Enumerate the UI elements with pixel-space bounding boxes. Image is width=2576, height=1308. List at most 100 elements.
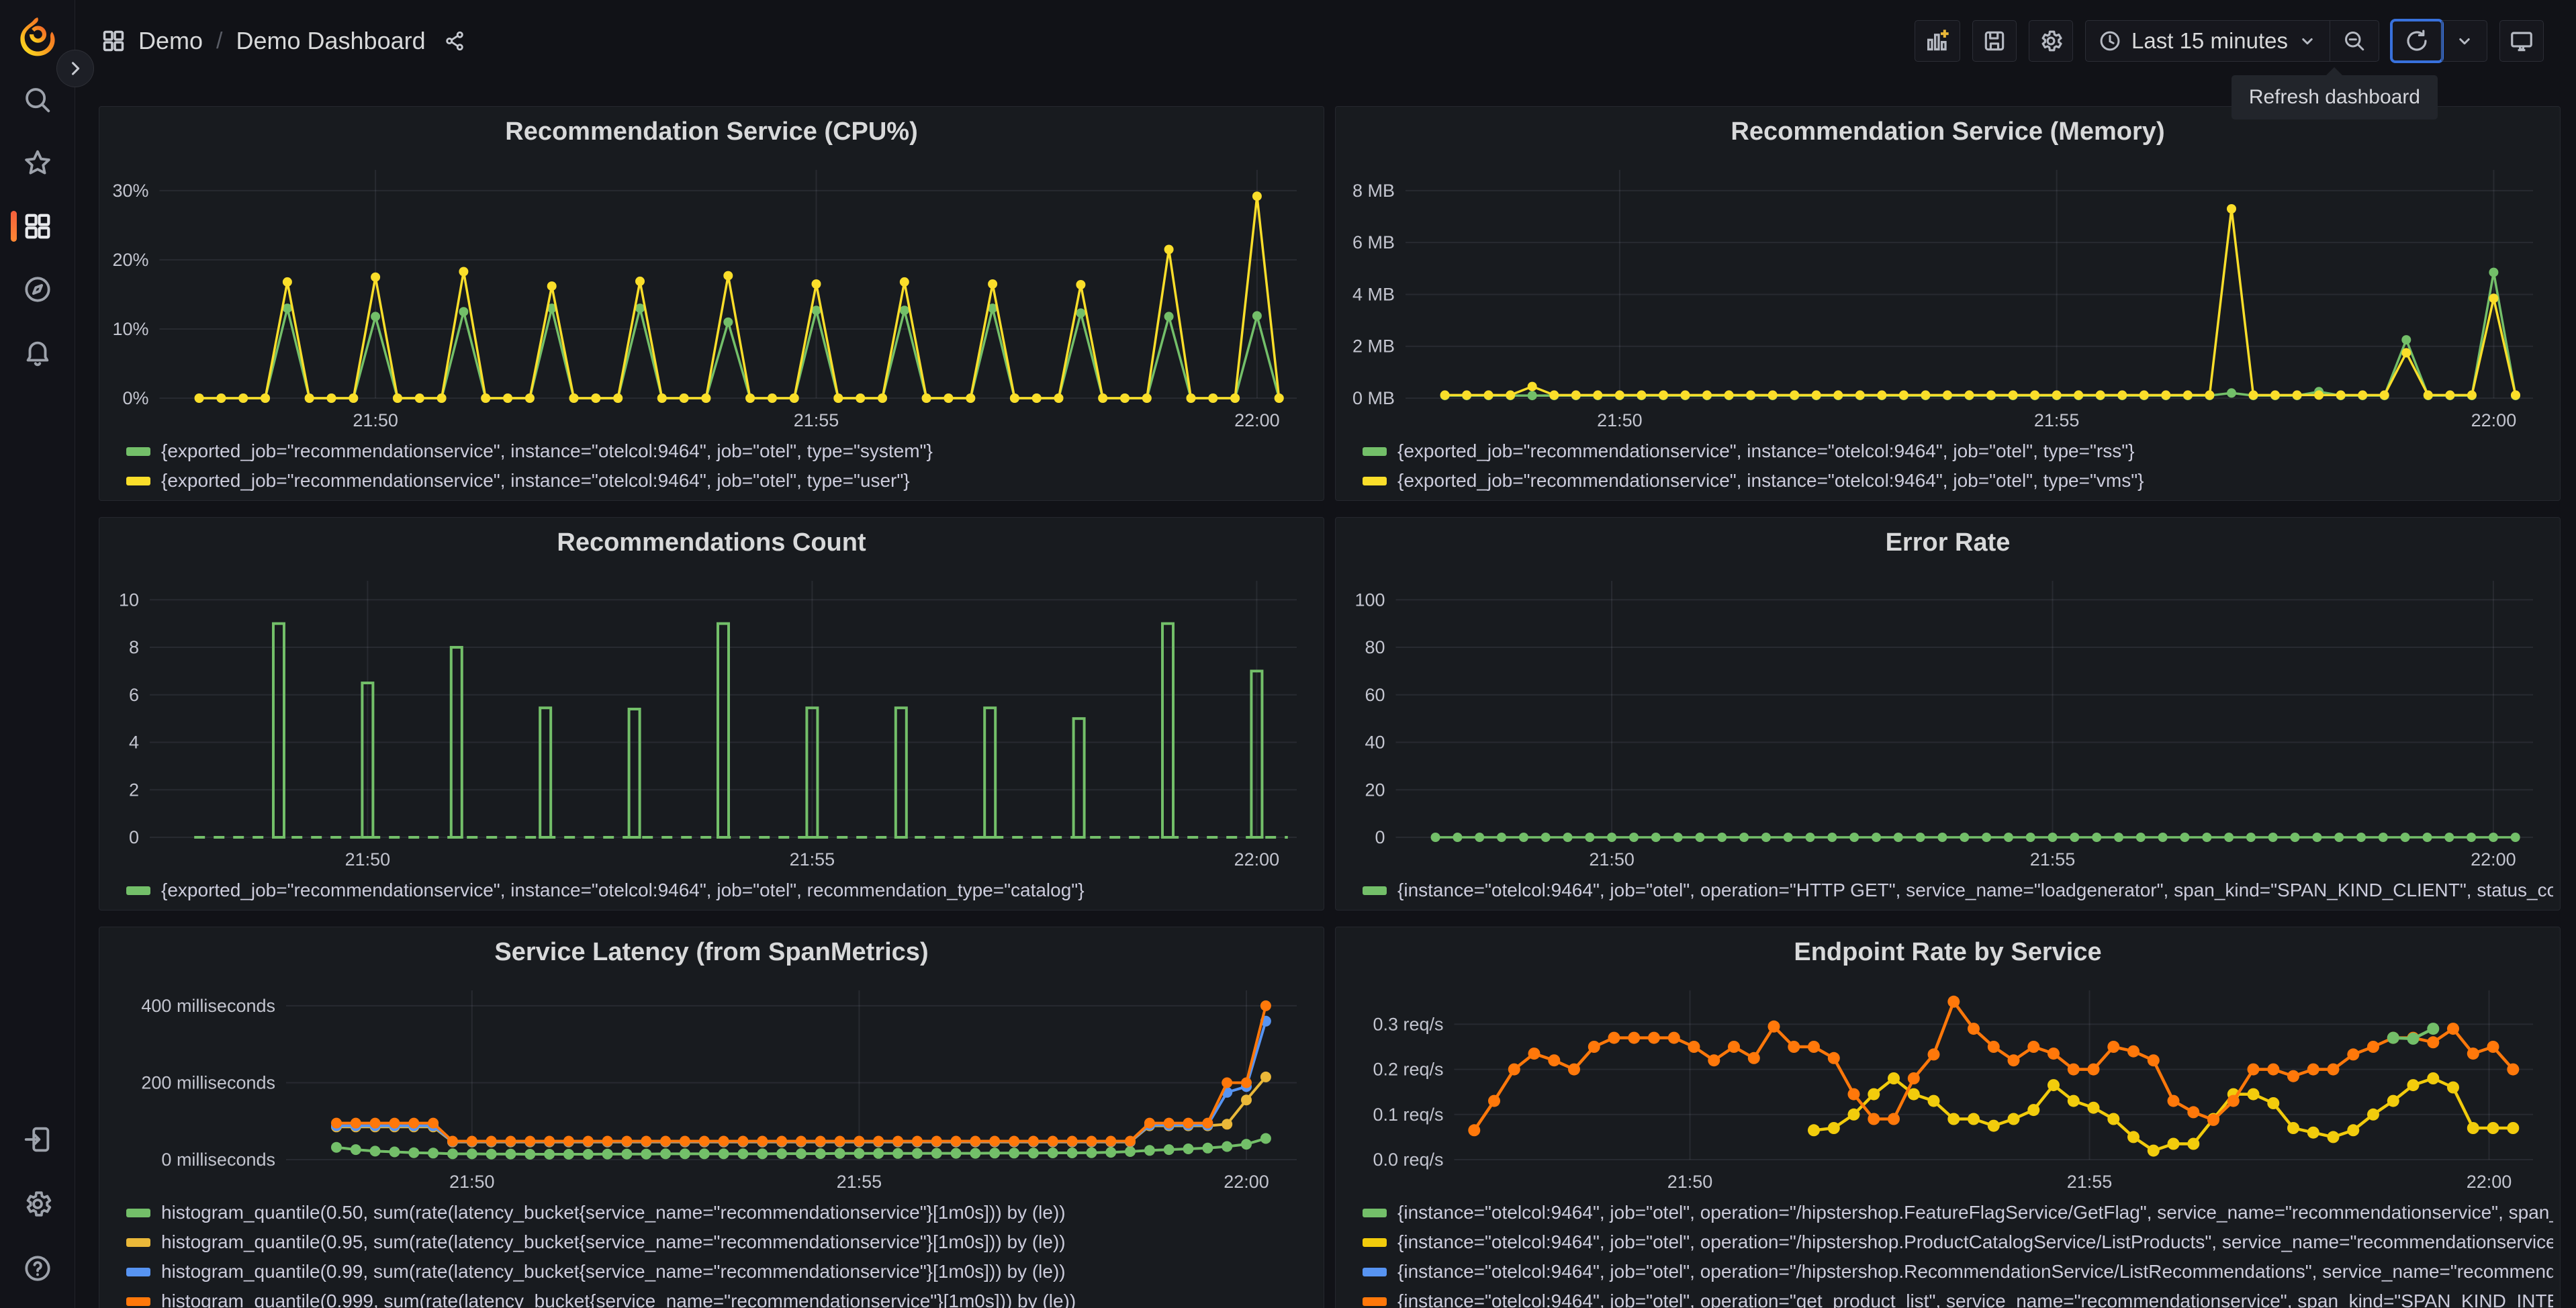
grafana-logo[interactable] bbox=[16, 15, 59, 59]
dashboard-canvas: Recommendation Service (CPU%) 21:50 21:55… bbox=[75, 82, 2576, 1308]
panel-title[interactable]: Recommendation Service (CPU%) bbox=[106, 107, 1317, 154]
legend-label: {exported_job="recommendationservice", i… bbox=[1397, 470, 2144, 491]
sidebar-expand-button[interactable] bbox=[56, 50, 94, 87]
legend-item[interactable]: {exported_job="recommendationservice", i… bbox=[126, 468, 1317, 494]
svg-text:4 MB: 4 MB bbox=[1352, 284, 1395, 304]
sidebar-item-search[interactable] bbox=[0, 85, 75, 115]
svg-text:0.2 req/s: 0.2 req/s bbox=[1373, 1060, 1443, 1080]
legend-label: {exported_job="recommendationservice", i… bbox=[161, 470, 910, 491]
breadcrumb-dashboard[interactable]: Demo Dashboard bbox=[236, 27, 425, 55]
legend-item[interactable]: {instance="otelcol:9464", job="otel", op… bbox=[1363, 1289, 2553, 1308]
sidebar-item-help[interactable] bbox=[0, 1253, 75, 1284]
dashboard-toolbar: Last 15 minutes bbox=[1915, 19, 2544, 63]
sidebar-item-settings[interactable] bbox=[0, 1188, 75, 1219]
svg-text:21:55: 21:55 bbox=[2030, 849, 2076, 870]
refresh-interval-dropdown[interactable] bbox=[2442, 21, 2487, 61]
legend-label: histogram_quantile(0.99, sum(rate(latenc… bbox=[161, 1261, 1066, 1282]
svg-text:21:55: 21:55 bbox=[2067, 1172, 2113, 1192]
share-icon[interactable] bbox=[443, 30, 466, 52]
legend-label: histogram_quantile(0.50, sum(rate(latenc… bbox=[161, 1202, 1066, 1223]
legend-swatch bbox=[126, 1208, 150, 1217]
apps-grid-icon[interactable] bbox=[101, 28, 126, 54]
legend-label: {instance="otelcol:9464", job="otel", op… bbox=[1397, 1261, 2553, 1282]
cpu-legend: {exported_job="recommendationservice", i… bbox=[106, 437, 1317, 500]
legend-swatch bbox=[1363, 886, 1387, 895]
legend-label: histogram_quantile(0.95, sum(rate(latenc… bbox=[161, 1231, 1066, 1252]
svg-text:20: 20 bbox=[1365, 780, 1385, 800]
legend-item[interactable]: {exported_job="recommendationservice", i… bbox=[126, 438, 1317, 464]
save-dashboard-button[interactable] bbox=[1972, 20, 2017, 62]
sidebar-item-sign-in[interactable] bbox=[0, 1124, 75, 1155]
sidebar-item-alerting[interactable] bbox=[0, 337, 75, 368]
refresh-group bbox=[2390, 19, 2487, 63]
zoom-out-time-button[interactable] bbox=[2330, 21, 2379, 61]
search-icon bbox=[26, 88, 50, 113]
memory-chart[interactable]: 21:50 21:55 22:00 0 MB 2 MB 4 MB 6 MB 8 MB bbox=[1342, 154, 2553, 437]
panel-service-latency: Service Latency (from SpanMetrics) 21:50… bbox=[99, 927, 1324, 1308]
legend-item[interactable]: histogram_quantile(0.95, sum(rate(latenc… bbox=[126, 1229, 1317, 1255]
legend-item[interactable]: histogram_quantile(0.999, sum(rate(laten… bbox=[126, 1289, 1317, 1308]
svg-text:2 MB: 2 MB bbox=[1352, 336, 1395, 357]
legend-item[interactable]: histogram_quantile(0.50, sum(rate(latenc… bbox=[126, 1200, 1317, 1225]
bell-icon bbox=[26, 341, 49, 367]
star-icon bbox=[25, 150, 50, 175]
recommendations-count-chart[interactable]: 21:50 21:55 22:00 0 2 4 6 8 10 bbox=[106, 565, 1317, 876]
legend-item[interactable]: {instance="otelcol:9464", job="otel", op… bbox=[1363, 1229, 2553, 1255]
svg-text:6: 6 bbox=[129, 685, 139, 705]
cpu-chart[interactable]: 21:50 21:55 22:00 0% 10% 20% 30% bbox=[106, 154, 1317, 437]
dashboard-settings-button[interactable] bbox=[2029, 20, 2074, 62]
help-circle-icon bbox=[25, 1256, 50, 1281]
legend-item[interactable]: {exported_job="recommendationservice", i… bbox=[126, 878, 1317, 903]
breadcrumb-folder[interactable]: Demo bbox=[138, 27, 203, 55]
svg-text:21:50: 21:50 bbox=[353, 410, 398, 430]
count-legend: {exported_job="recommendationservice", i… bbox=[106, 876, 1317, 910]
svg-text:21:50: 21:50 bbox=[1667, 1172, 1713, 1192]
time-range-group: Last 15 minutes bbox=[2085, 20, 2379, 62]
breadcrumb-separator: / bbox=[216, 28, 223, 54]
kiosk-mode-button[interactable] bbox=[2499, 20, 2544, 62]
legend-item[interactable]: {instance="otelcol:9464", job="otel", op… bbox=[1363, 1200, 2553, 1225]
legend-label: {exported_job="recommendationservice", i… bbox=[161, 880, 1085, 900]
zoom-out-icon bbox=[2345, 32, 2364, 51]
clock-icon bbox=[2100, 31, 2120, 51]
legend-item[interactable]: {instance="otelcol:9464", job="otel", op… bbox=[1363, 1259, 2553, 1284]
legend-item[interactable]: {exported_job="recommendationservice", i… bbox=[1363, 468, 2553, 494]
svg-text:2: 2 bbox=[129, 780, 139, 800]
panel-cpu: Recommendation Service (CPU%) 21:50 21:55… bbox=[99, 106, 1324, 501]
legend-item[interactable]: {instance="otelcol:9464", job="otel", op… bbox=[1363, 878, 2553, 903]
panel-memory: Recommendation Service (Memory) 21:50 21:… bbox=[1335, 106, 2561, 501]
svg-text:21:50: 21:50 bbox=[1597, 410, 1643, 430]
legend-item[interactable]: {exported_job="recommendationservice", i… bbox=[1363, 438, 2553, 464]
panel-title[interactable]: Error Rate bbox=[1342, 518, 2553, 565]
refresh-dashboard-button[interactable] bbox=[2390, 19, 2444, 63]
svg-text:80: 80 bbox=[1365, 637, 1385, 657]
sidebar-item-explore[interactable] bbox=[0, 274, 75, 305]
time-range-picker[interactable]: Last 15 minutes bbox=[2086, 21, 2330, 61]
latency-legend: histogram_quantile(0.50, sum(rate(latenc… bbox=[106, 1199, 1317, 1308]
sidebar-item-starred[interactable] bbox=[0, 148, 75, 179]
service-latency-chart[interactable]: 21:50 21:55 22:00 0 milliseconds 200 millise… bbox=[106, 974, 1317, 1199]
add-panel-button[interactable] bbox=[1915, 20, 1961, 62]
save-icon bbox=[1984, 31, 2005, 51]
legend-swatch bbox=[126, 886, 150, 895]
svg-text:60: 60 bbox=[1365, 685, 1385, 705]
header: Demo / Demo Dashboard Last 15 minutes bbox=[75, 0, 2576, 82]
endpoint-rate-chart[interactable]: 21:50 21:55 22:00 0.0 req/s 0.1 req/s 0.2 req… bbox=[1342, 974, 2553, 1199]
svg-text:0: 0 bbox=[129, 827, 139, 847]
legend-item[interactable]: histogram_quantile(0.99, sum(rate(latenc… bbox=[126, 1259, 1317, 1284]
legend-label: {instance="otelcol:9464", job="otel", op… bbox=[1397, 1202, 2553, 1223]
error-rate-chart[interactable]: 21:50 21:55 22:00 0 20 40 60 80 100 bbox=[1342, 565, 2553, 876]
panel-title[interactable]: Service Latency (from SpanMetrics) bbox=[106, 927, 1317, 974]
svg-text:10%: 10% bbox=[112, 319, 148, 339]
svg-text:21:55: 21:55 bbox=[790, 849, 835, 870]
svg-text:22:00: 22:00 bbox=[1234, 410, 1280, 430]
svg-text:22:00: 22:00 bbox=[1234, 849, 1280, 870]
legend-swatch bbox=[1363, 1237, 1387, 1247]
svg-text:8 MB: 8 MB bbox=[1352, 181, 1395, 201]
panel-title[interactable]: Recommendations Count bbox=[106, 518, 1317, 565]
panel-title[interactable]: Endpoint Rate by Service bbox=[1342, 927, 2553, 974]
chevron-down-icon bbox=[2302, 38, 2313, 45]
sidebar-item-dashboards[interactable] bbox=[0, 211, 75, 242]
legend-label: {instance="otelcol:9464", job="otel", op… bbox=[1397, 880, 2553, 900]
legend-label: {instance="otelcol:9464", job="otel", op… bbox=[1397, 1291, 2553, 1308]
